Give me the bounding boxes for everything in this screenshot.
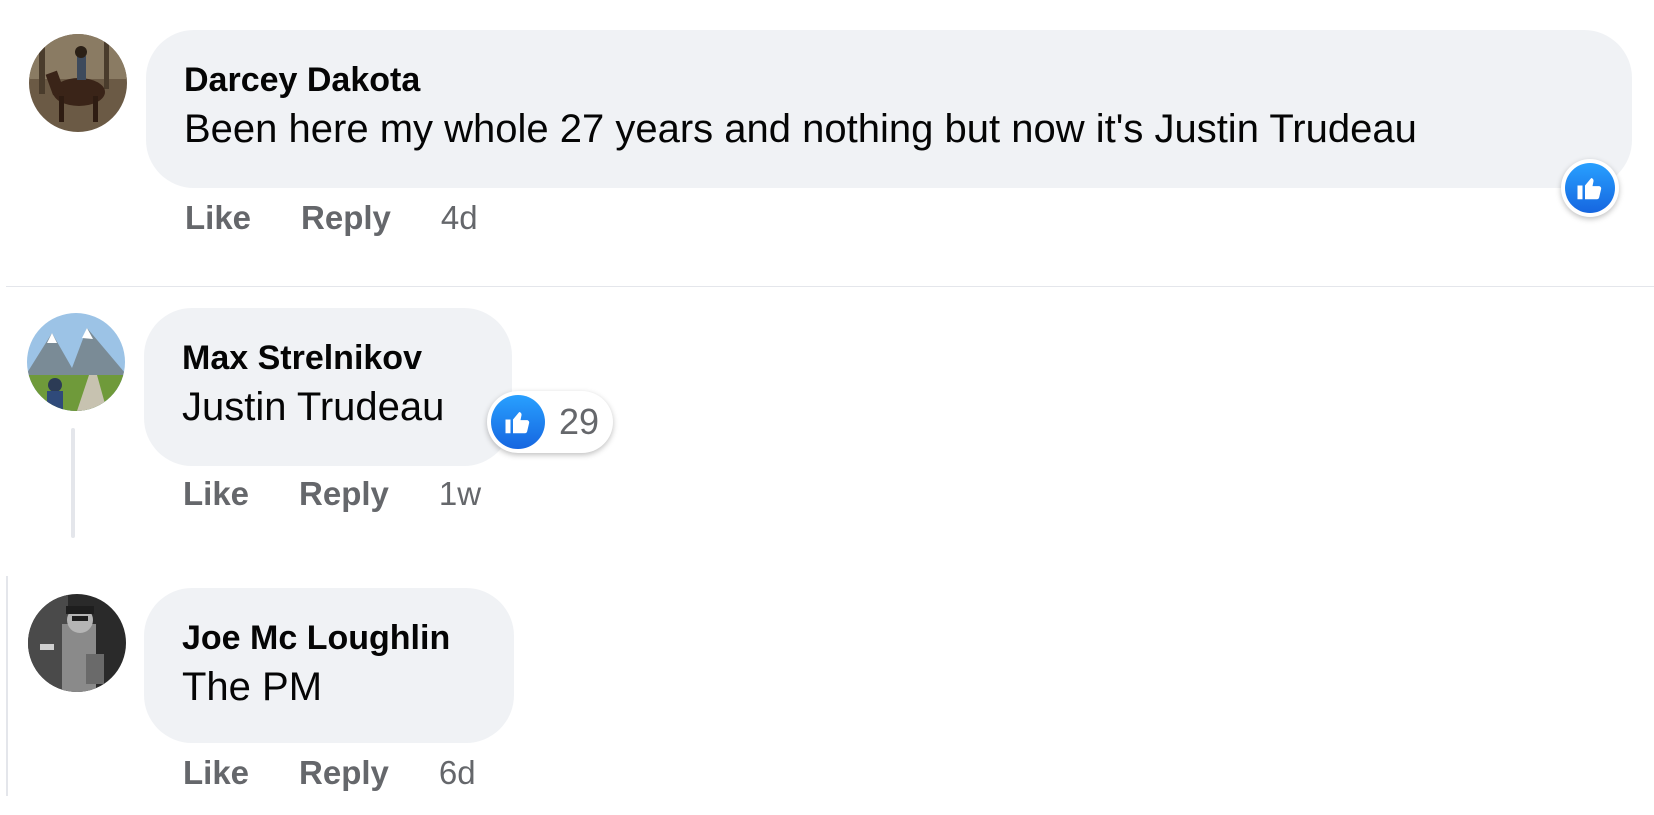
comment-author[interactable]: Joe Mc Loughlin — [182, 618, 450, 658]
avatar[interactable] — [28, 594, 126, 692]
comment-timestamp[interactable]: 6d — [439, 753, 476, 793]
avatar-image — [28, 594, 126, 692]
comment-text: The PM — [182, 665, 323, 709]
like-button[interactable]: Like — [183, 753, 249, 793]
comment-joe-mc-loughlin: Joe Mc Loughlin The PM Like Reply 6d — [0, 0, 1654, 815]
comment-actions: Like Reply 6d — [183, 753, 476, 793]
comment-bubble: Joe Mc Loughlin The PM — [144, 588, 514, 743]
reply-button[interactable]: Reply — [299, 753, 389, 793]
